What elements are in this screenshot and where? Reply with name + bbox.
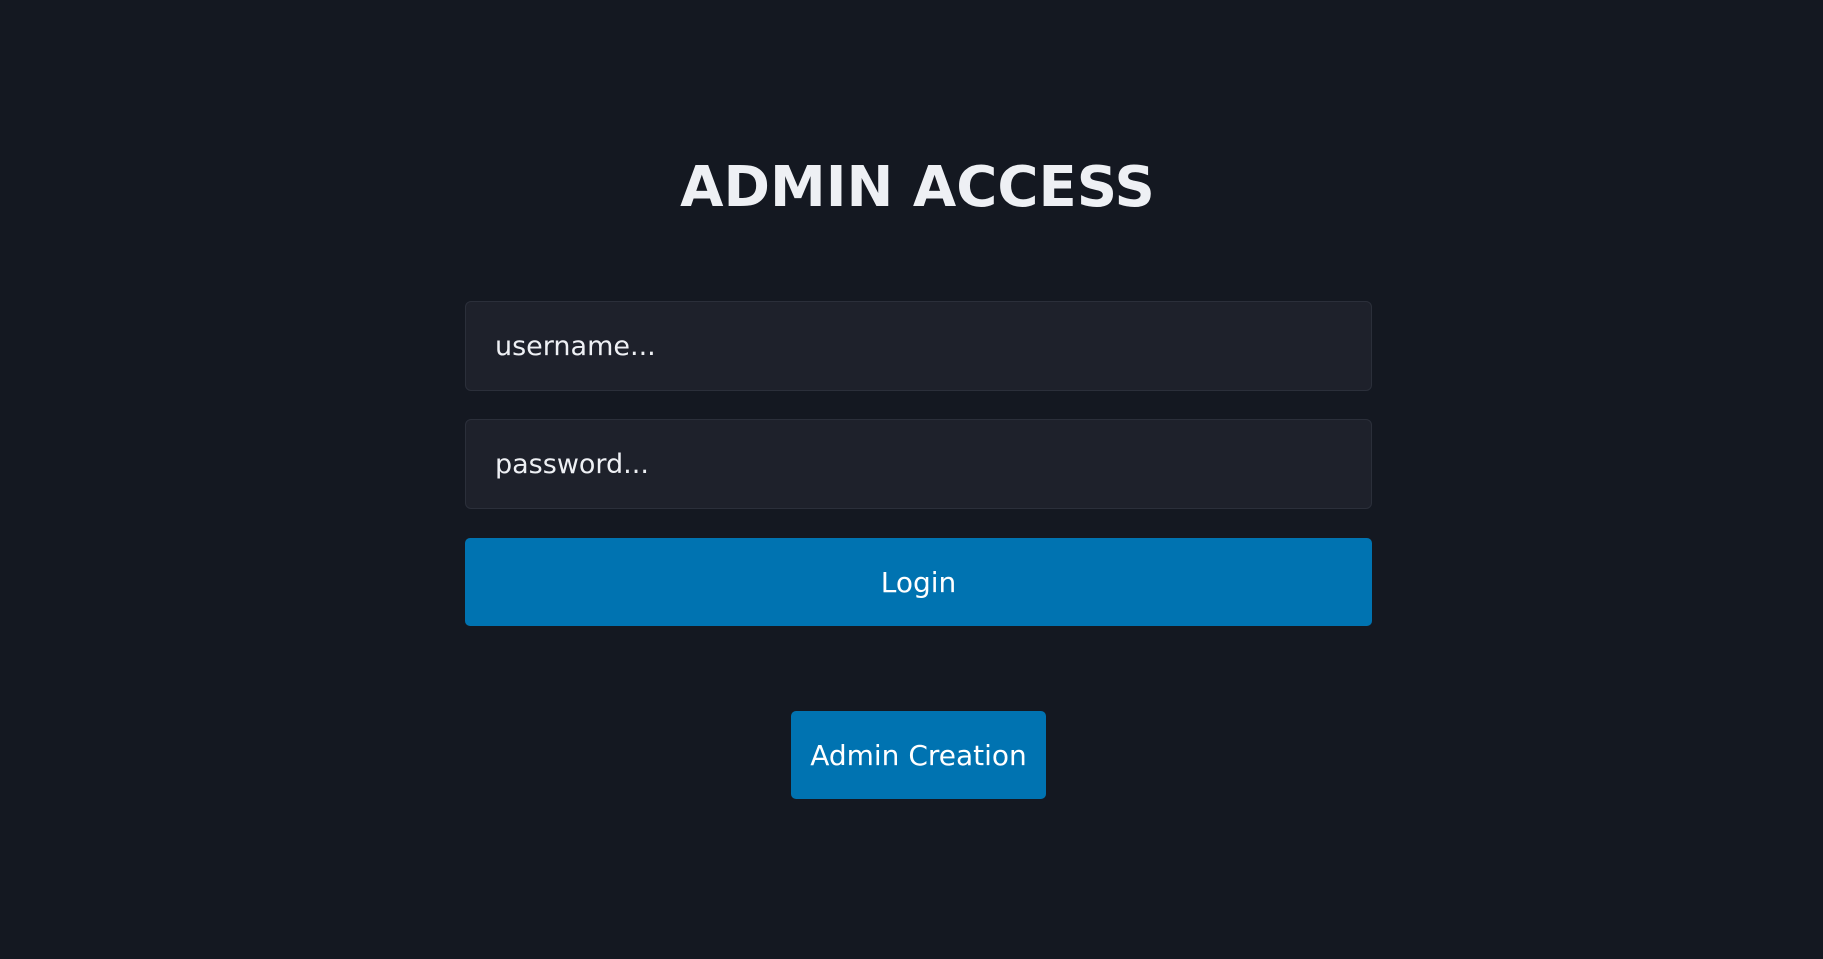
password-input[interactable] [465,419,1372,509]
login-button[interactable]: Login [465,538,1372,626]
admin-creation-button[interactable]: Admin Creation [791,711,1046,799]
username-input[interactable] [465,301,1372,391]
login-form: Login [465,301,1372,626]
page-title: ADMIN ACCESS [680,155,1155,220]
